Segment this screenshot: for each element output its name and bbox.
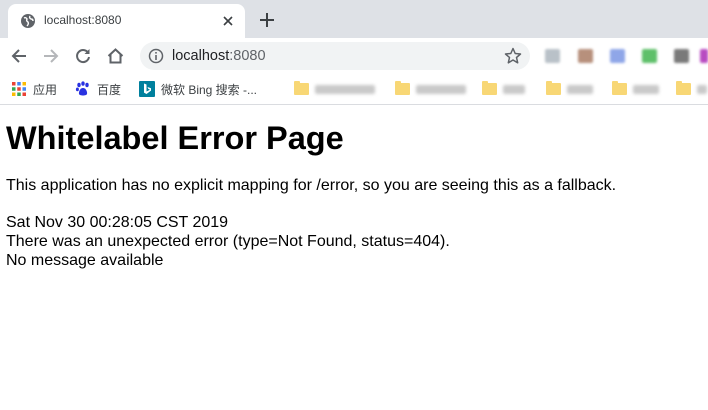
bookmark-folder[interactable] (294, 80, 375, 98)
bookmark-bing[interactable]: 微软 Bing 搜索 -... (139, 80, 257, 98)
bookmark-folder[interactable] (395, 80, 466, 98)
bookmark-label: 百度 (97, 82, 122, 97)
bookmark-folder[interactable] (676, 80, 707, 98)
error-type-status: There was an unexpected error (type=Not … (6, 233, 450, 250)
folder-icon (482, 81, 497, 95)
baidu-paw-icon (75, 81, 89, 96)
extension-icon[interactable] (610, 49, 625, 63)
folder-icon (395, 81, 410, 95)
extension-icon[interactable] (674, 49, 689, 63)
browser-tab[interactable]: localhost:8080 (8, 4, 245, 38)
forward-arrow-icon[interactable] (39, 45, 63, 67)
error-timestamp: Sat Nov 30 00:28:05 CST 2019 (6, 214, 229, 231)
error-details: Sat Nov 30 00:28:05 CST 2019 There was a… (6, 213, 702, 270)
reload-icon[interactable] (71, 45, 95, 67)
folder-icon (612, 81, 627, 95)
bookmark-apps[interactable]: 应用 (11, 80, 57, 98)
home-icon[interactable] (103, 45, 127, 67)
bookmark-label: 应用 (33, 82, 58, 97)
folder-icon (294, 81, 309, 95)
extension-icon[interactable] (545, 49, 560, 63)
bookmark-folder[interactable] (612, 80, 659, 98)
star-icon[interactable] (504, 47, 522, 65)
address-bar[interactable]: localhost:8080 (140, 42, 530, 70)
browser-toolbar: localhost:8080 (0, 38, 708, 74)
apps-grid-icon (12, 82, 26, 96)
bing-logo-icon (139, 81, 155, 97)
bookmark-label: 微软 Bing 搜索 -... (161, 82, 258, 97)
extension-icon[interactable] (578, 49, 593, 63)
url-text: localhost:8080 (172, 48, 266, 64)
bookmark-folder[interactable] (482, 80, 525, 98)
globe-icon (21, 14, 35, 28)
page-content: Whitelabel Error Page This application h… (6, 106, 702, 270)
bookmark-folder[interactable] (546, 80, 593, 98)
extension-icon[interactable] (642, 49, 657, 63)
folder-icon (676, 81, 691, 95)
folder-icon (546, 81, 561, 95)
bookmarks-bar: 应用 百度 微软 Bing 搜索 -... (0, 74, 708, 104)
error-message: No message available (6, 252, 164, 269)
toolbar-divider (0, 104, 708, 105)
tab-title: localhost:8080 (44, 13, 122, 27)
bookmark-baidu[interactable]: 百度 (75, 80, 121, 98)
url-host: localhost (172, 48, 230, 64)
url-port: :8080 (229, 48, 266, 64)
tab-strip: localhost:8080 (0, 0, 708, 38)
plus-icon[interactable] (257, 10, 277, 30)
page-title: Whitelabel Error Page (6, 120, 344, 156)
error-explanation: This application has no explicit mapping… (6, 177, 617, 194)
back-arrow-icon[interactable] (7, 45, 31, 67)
close-icon[interactable] (219, 12, 237, 30)
info-icon[interactable] (148, 48, 164, 64)
extension-icon[interactable] (700, 49, 708, 63)
